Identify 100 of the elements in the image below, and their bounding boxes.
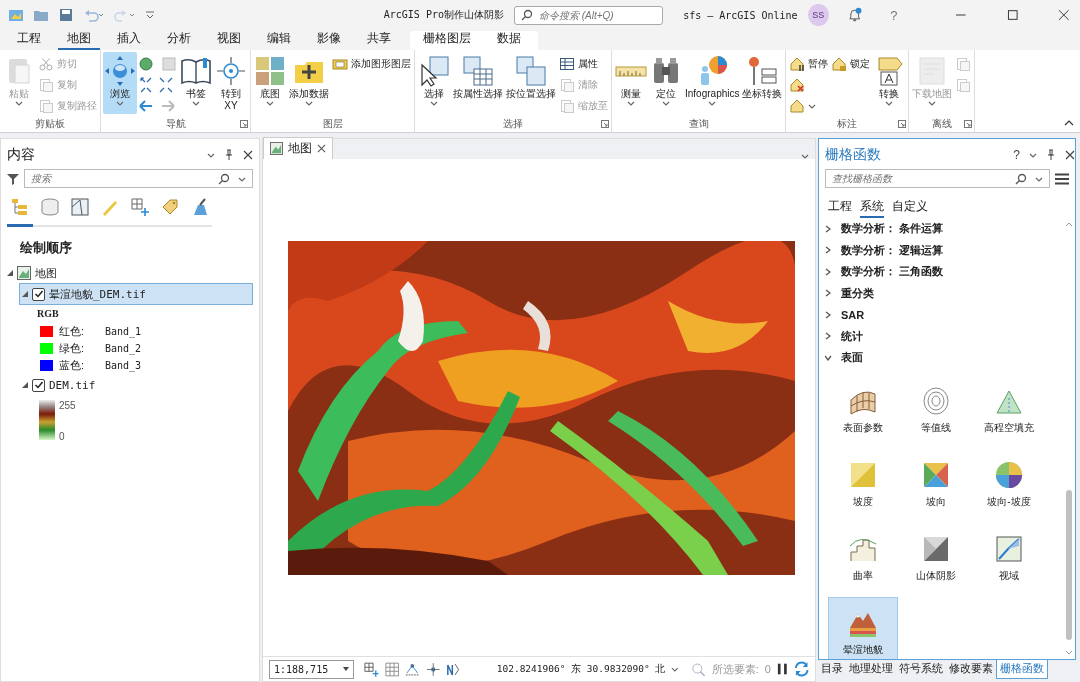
close-icon[interactable] bbox=[1065, 150, 1075, 160]
pin-icon[interactable] bbox=[224, 149, 234, 161]
category-row[interactable]: SAR bbox=[825, 304, 1063, 326]
dialog-launcher-icon[interactable] bbox=[964, 120, 973, 128]
scroll-up-icon[interactable] bbox=[1065, 222, 1073, 227]
ribbon-tab[interactable]: 共享 bbox=[358, 31, 400, 50]
layer-name: 晕渲地貌_DEM.tif bbox=[49, 286, 146, 302]
expand-toggle-icon[interactable] bbox=[22, 382, 28, 388]
expand-toggle-icon[interactable] bbox=[7, 270, 13, 276]
help-button[interactable]: ? bbox=[1013, 148, 1020, 162]
dock-tab[interactable]: 目录 bbox=[818, 660, 846, 678]
function-tile[interactable]: 山体阴影 bbox=[901, 522, 971, 595]
ribbon-button[interactable]: 按位置选择 bbox=[505, 52, 557, 114]
ribbon-tab[interactable]: 数据 bbox=[488, 31, 530, 50]
pin-icon[interactable] bbox=[1046, 149, 1056, 161]
filter-icon[interactable] bbox=[7, 172, 19, 185]
scroll-down-icon[interactable] bbox=[1065, 650, 1073, 655]
function-tile[interactable]: 坡向 bbox=[901, 448, 971, 521]
function-tile[interactable]: 坡向-坡度 bbox=[974, 448, 1044, 521]
collapse-ribbon-icon[interactable] bbox=[1064, 120, 1074, 126]
snapping-icon[interactable] bbox=[405, 661, 420, 677]
layer-row[interactable]: 晕渲地貌_DEM.tif bbox=[19, 283, 253, 305]
ribbon-tab[interactable]: 插入 bbox=[108, 31, 150, 50]
ribbon-tab[interactable]: 栅格图层 bbox=[414, 31, 480, 50]
map-name[interactable]: 地图 bbox=[35, 265, 57, 281]
scale-field[interactable]: 1:188,715 bbox=[269, 659, 355, 679]
dock-tab[interactable]: 修改要素 bbox=[946, 660, 996, 678]
ribbon-button[interactable]: 属性 bbox=[558, 54, 609, 74]
pane-tab[interactable]: 自定义 bbox=[892, 198, 928, 218]
dropdown-arrow-icon bbox=[343, 667, 350, 671]
category-row[interactable]: 统计 bbox=[825, 325, 1063, 347]
ribbon-tab[interactable]: 视图 bbox=[208, 31, 250, 50]
chevron-icon bbox=[825, 289, 831, 298]
dialog-launcher-icon[interactable] bbox=[601, 120, 609, 128]
close-icon[interactable] bbox=[1058, 9, 1070, 21]
account-name[interactable]: sfs – ArcGIS Online bbox=[683, 9, 798, 21]
ribbon-button[interactable]: 按属性选择 bbox=[452, 52, 504, 114]
category-row[interactable]: 重分类 bbox=[825, 282, 1063, 304]
category-row[interactable]: 数学分析： 逻辑运算 bbox=[825, 239, 1063, 261]
ribbon-button[interactable]: Infographics bbox=[684, 52, 741, 114]
ribbon-tab[interactable]: 工程 bbox=[8, 31, 50, 50]
layer-row[interactable]: DEM.tif bbox=[19, 374, 253, 396]
dock-tab[interactable]: 地理处理 bbox=[846, 660, 896, 678]
ribbon-button[interactable]: 书签 bbox=[179, 52, 213, 114]
ribbon-button[interactable]: 底图 bbox=[253, 52, 287, 114]
function-tile[interactable]: 晕渲地貌 bbox=[828, 596, 898, 659]
dock-tab[interactable]: 符号系统 bbox=[896, 660, 946, 678]
dialog-launcher-icon[interactable] bbox=[898, 120, 907, 128]
ribbon-button[interactable]: 定位 bbox=[649, 52, 683, 114]
ribbon-button[interactable]: 暂停 bbox=[788, 54, 830, 74]
ribbon-tab[interactable]: 分析 bbox=[158, 31, 200, 50]
search-field[interactable]: 查找栅格函数 bbox=[825, 169, 1050, 188]
expand-toggle-icon[interactable] bbox=[22, 291, 28, 297]
select-icon bbox=[418, 55, 450, 87]
scroll-thumb[interactable] bbox=[1066, 490, 1072, 640]
ribbon-button[interactable]: 添加图形图层 bbox=[331, 54, 412, 74]
map-tab[interactable]: 地图 bbox=[263, 137, 333, 159]
category-row[interactable]: 表面 bbox=[825, 347, 1063, 369]
north-arrow-icon[interactable] bbox=[446, 661, 461, 677]
help-button[interactable]: ? bbox=[890, 7, 898, 23]
search-field[interactable]: 搜索 bbox=[24, 169, 253, 188]
function-tile[interactable]: 表面参数 bbox=[828, 374, 898, 447]
ribbon-button[interactable]: 选择 bbox=[417, 52, 451, 114]
function-tile[interactable]: 视域 bbox=[974, 522, 1044, 595]
function-tile[interactable]: 坡度 bbox=[828, 448, 898, 521]
pane-tab[interactable]: 系统 bbox=[860, 198, 884, 218]
function-tile[interactable]: 等值线 bbox=[901, 374, 971, 447]
dialog-launcher-icon[interactable] bbox=[240, 120, 248, 128]
maximize-icon[interactable] bbox=[1006, 9, 1019, 21]
function-tile[interactable]: 高程空填充 bbox=[974, 374, 1044, 447]
dock-tab[interactable]: 栅格函数 bbox=[996, 660, 1048, 679]
band-label: 蓝色: bbox=[59, 358, 86, 373]
ribbon-button[interactable]: 测量 bbox=[614, 52, 648, 114]
ribbon-button[interactable]: 添加数据 bbox=[288, 52, 330, 114]
navigation-tools-drawing[interactable] bbox=[138, 54, 178, 114]
close-icon[interactable] bbox=[243, 150, 253, 160]
category-row[interactable]: 数学分析： 条件运算 bbox=[825, 218, 1063, 240]
ribbon-tab[interactable]: 影像 bbox=[308, 31, 350, 50]
user-avatar[interactable]: SS bbox=[807, 4, 829, 26]
refresh-icon[interactable] bbox=[793, 661, 809, 677]
checkbox[interactable] bbox=[32, 287, 45, 301]
crosshair-icon[interactable] bbox=[425, 661, 441, 677]
grid-plus-icon[interactable] bbox=[364, 661, 379, 677]
customize-icon[interactable] bbox=[145, 10, 155, 20]
category-row[interactable]: 数学分析： 三角函数 bbox=[825, 261, 1063, 283]
menu-icon[interactable] bbox=[1055, 172, 1069, 185]
ribbon-button[interactable]: 转换 bbox=[872, 52, 907, 114]
ribbon-button[interactable]: 转到 XY bbox=[214, 52, 248, 114]
ribbon-button[interactable]: 浏览 bbox=[103, 52, 137, 114]
save-icon[interactable] bbox=[58, 7, 74, 23]
checkbox[interactable] bbox=[32, 378, 45, 392]
pane-tab[interactable]: 工程 bbox=[828, 198, 852, 218]
command-search-field[interactable]: 命令搜索 (Alt+Q) bbox=[513, 5, 664, 25]
ribbon-button[interactable]: 坐标转换 bbox=[741, 52, 784, 114]
pause-icon[interactable] bbox=[776, 662, 788, 676]
bell-icon[interactable] bbox=[846, 7, 863, 23]
ribbon-button[interactable]: 锁定 bbox=[830, 54, 872, 74]
close-icon[interactable] bbox=[317, 144, 326, 153]
ribbon-tab[interactable]: 编辑 bbox=[258, 31, 300, 50]
function-tile[interactable]: 曲率 bbox=[828, 522, 898, 595]
